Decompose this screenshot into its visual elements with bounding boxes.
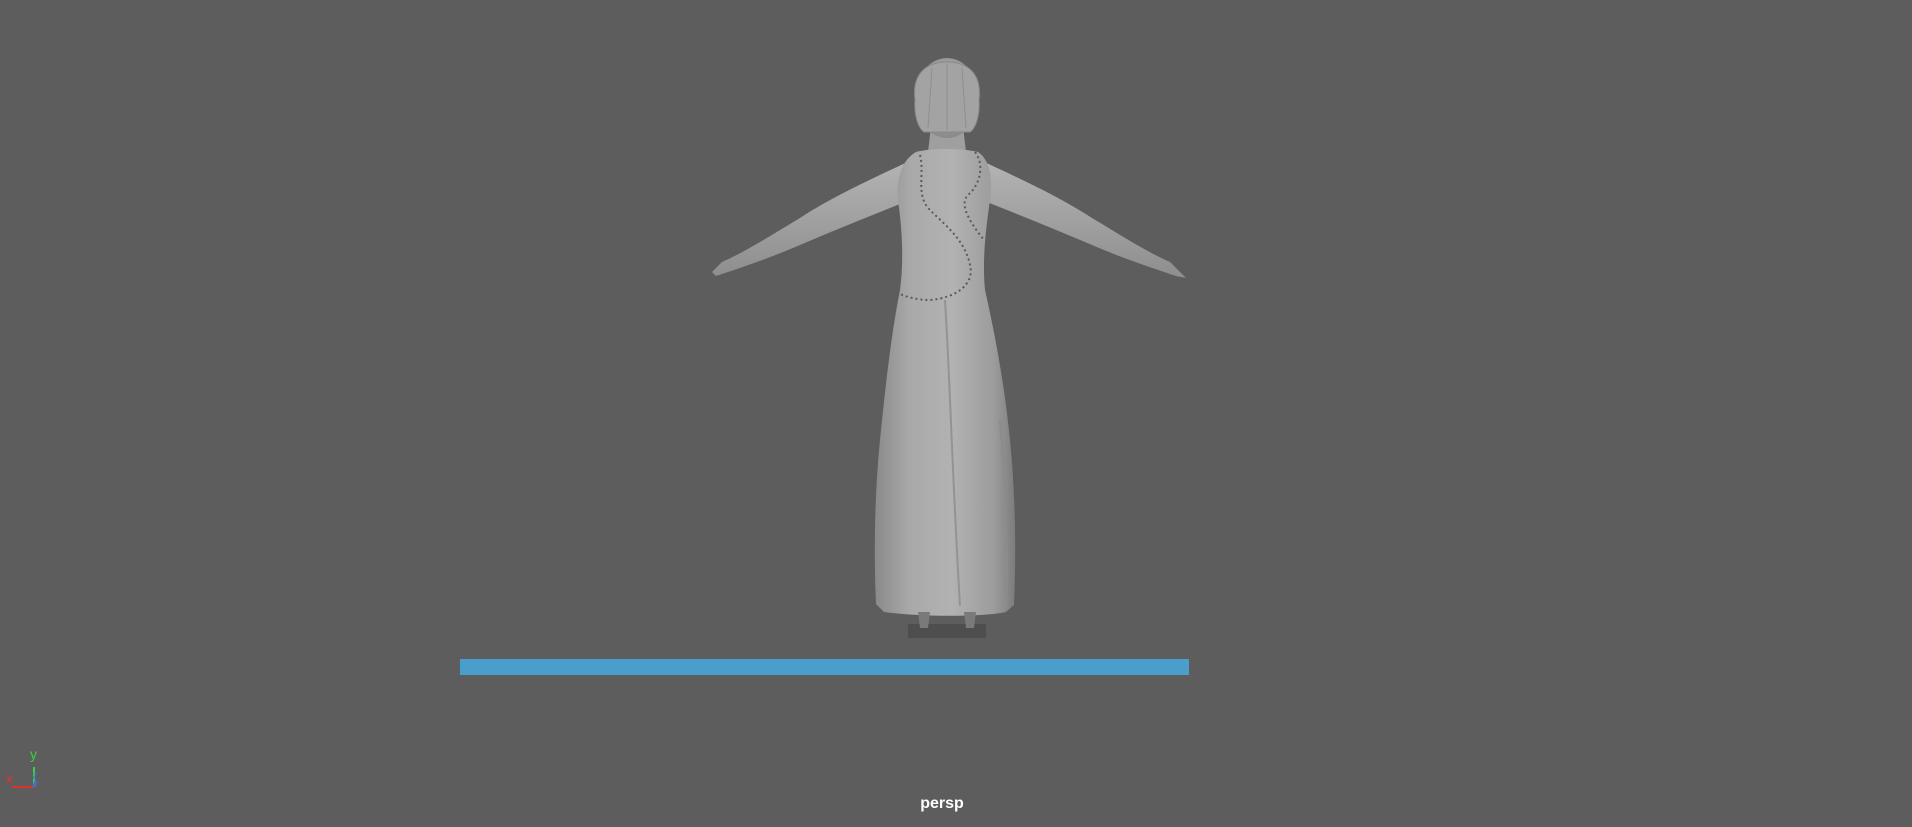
y-axis-label: y	[30, 746, 37, 762]
camera-label: persp	[920, 795, 964, 812]
3d-viewport[interactable]: x y z persp	[0, 0, 1912, 827]
character-model[interactable]	[0, 0, 1912, 827]
progress-bar-fill	[460, 659, 1189, 675]
left-arm	[712, 160, 915, 276]
x-axis-label: x	[6, 770, 13, 786]
z-axis-label: z	[32, 770, 38, 782]
dress	[874, 149, 1016, 616]
axis-gizmo: x y z	[4, 745, 44, 790]
left-shoe	[918, 612, 930, 628]
progress-bar	[460, 659, 1189, 675]
right-shoe	[964, 612, 976, 628]
right-arm	[977, 160, 1186, 278]
ground-plate	[908, 624, 986, 638]
